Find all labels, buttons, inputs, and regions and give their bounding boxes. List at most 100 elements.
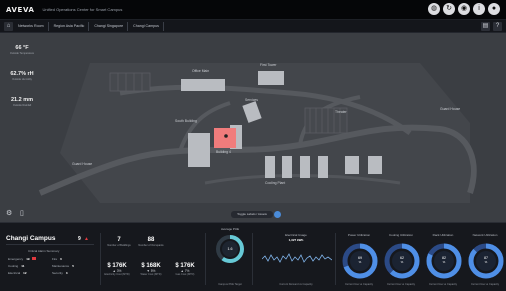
occupants-count: 88 Number of Occupants (136, 237, 166, 247)
breadcrumb-item[interactable]: Changi Singapore (91, 21, 129, 31)
breadcrumb-actions: ▤ ? (481, 22, 502, 31)
pue-value: 1.6 (227, 247, 233, 251)
severity-item[interactable]: Electrical 12 (8, 271, 27, 275)
map-label-south-building[interactable]: South Building (175, 119, 197, 123)
divider (100, 233, 101, 285)
severity-label: Electrical (8, 271, 21, 275)
ring-unit: % (358, 260, 362, 264)
ring-title: Rack Utilization (432, 233, 454, 237)
campus-map[interactable]: 66 °F Outside Temperature 62.7% rH Outsi… (0, 33, 506, 222)
refresh-icon[interactable]: ↻ (443, 3, 455, 15)
ring-footnote: Current Use vs Capacity (344, 283, 374, 286)
metric-label: Outside Rainfall (12, 104, 32, 107)
usage-sparkline[interactable] (262, 249, 332, 269)
ring-title: Cooling Utilization (388, 233, 413, 237)
divider (335, 233, 336, 285)
map-label-services[interactable]: Services (245, 98, 258, 102)
help-icon[interactable]: ? (493, 22, 502, 31)
outside-humidity: 62.7% rH Outside Humidity (9, 71, 35, 81)
ring-title: Power Utilization (347, 233, 371, 237)
severity-item[interactable]: Fire 0 (52, 257, 62, 261)
brand-logo[interactable]: AVEVA (6, 6, 35, 14)
electricity-cost: $ 176K ▲ 3% Electricity Cost (MTD) (102, 263, 132, 276)
kpi-label: Number of Buildings (107, 244, 131, 247)
severity-value: 3 (65, 271, 68, 275)
severity-value: 11 (21, 264, 25, 268)
kpi-label: Water Cost (MTD) (140, 273, 162, 276)
app-title: Unified Operations Center for Smart Camp… (42, 7, 123, 12)
alert-count[interactable]: 9 (78, 236, 81, 242)
home-icon[interactable]: ⌂ (4, 21, 13, 31)
map-label-highlighted-building[interactable]: Building 4 (216, 150, 231, 154)
top-icon-group: ◍ ↻ ◉ i ● (428, 3, 500, 15)
camera-icon[interactable]: ◉ (458, 3, 470, 15)
usage-value: 1,327 kWh (288, 238, 304, 242)
severity-item[interactable]: Cooling 11 (8, 264, 24, 268)
ring-unit: % (484, 260, 488, 264)
alarm-summary-title: Critical Alarm Summary (28, 249, 60, 253)
severity-value: 5 (72, 264, 74, 268)
breadcrumb: ⌂ Networks Room Region Asia Pacific Chan… (0, 20, 506, 33)
map-label-theater[interactable]: Theater (335, 110, 347, 114)
severity-item[interactable]: Security 3 (52, 271, 68, 275)
ring-title: Network Utilization (472, 233, 498, 237)
kpi-label: Number of Occupants (138, 244, 164, 247)
severity-label: Maintenance (52, 264, 70, 268)
divider (205, 233, 206, 285)
severity-label: Fire (52, 257, 58, 261)
severity-item[interactable]: Emergency 19 (8, 257, 36, 261)
map-label-office-main[interactable]: Office Main (192, 69, 209, 73)
breadcrumb-item[interactable]: Region Asia Pacific (51, 21, 90, 31)
map-label-guard-house-west[interactable]: Guard House (72, 162, 92, 166)
pue-title: Average PUE (220, 227, 240, 231)
severity-indicator (31, 257, 36, 260)
severity-label: Emergency (8, 257, 24, 261)
pue-footnote: Campus PUE Target (218, 283, 242, 286)
severity-label: Cooling (8, 264, 19, 268)
metric-value: 21.2 mm (10, 97, 33, 103)
ring-unit: % (400, 260, 404, 264)
water-cost: $ 168K ▼ 5% Water Cost (MTD) (136, 263, 166, 276)
top-bar: AVEVA Unified Operations Center for Smar… (0, 0, 506, 20)
kpi-value: 88 (147, 237, 155, 243)
map-label-guard-house-east[interactable]: Guard House (440, 107, 460, 111)
buildings-count: 7 Number of Buildings (104, 237, 134, 247)
metric-label: Outside Temperature (9, 52, 35, 55)
severity-value: 0 (60, 257, 62, 261)
settings-icon[interactable]: ⚙ (6, 209, 12, 217)
metric-value: 66 °F (15, 45, 29, 51)
kpi-label: Gas Cost (MTD) (175, 273, 195, 276)
map-label-cooling-plant[interactable]: Cooling Plant (265, 181, 285, 185)
map-label-first-tower[interactable]: First Tower (260, 63, 277, 67)
metric-value: 62.7% rH (10, 71, 34, 77)
kpi-label: Electricity Cost (MTD) (104, 273, 130, 276)
usage-footnote: Current Demand vs Capacity (279, 283, 313, 286)
divider (6, 244, 94, 245)
outside-rainfall: 21.2 mm Outside Rainfall (9, 97, 35, 107)
severity-value: 12 (23, 271, 27, 275)
campus-map-drawing (0, 33, 506, 222)
ring-unit: % (442, 260, 446, 264)
warning-icon: ▲ (84, 236, 89, 242)
gas-cost: $ 176K ▲ 7% Gas Cost (MTD) (170, 263, 200, 276)
toggle-knob[interactable] (274, 211, 281, 218)
info-icon[interactable]: i (473, 3, 485, 15)
ring-footnote: Current Use vs Capacity (470, 283, 500, 286)
layers-icon[interactable]: ▤ (481, 22, 490, 31)
breadcrumb-item[interactable]: Networks Room (15, 21, 49, 31)
globe-icon[interactable]: ◍ (428, 3, 440, 15)
ring-footnote: Current Use vs Capacity (386, 283, 416, 286)
summary-panel: Changi Campus 9 ▲ Critical Alarm Summary… (0, 222, 506, 291)
ring-footnote: Current Use vs Capacity (428, 283, 458, 286)
label-toggle[interactable]: Toggle Labels / Assets (231, 211, 273, 218)
kpi-value: 7 (117, 237, 121, 243)
outside-temperature: 66 °F Outside Temperature (9, 45, 35, 55)
user-icon[interactable]: ● (488, 3, 500, 15)
trash-icon[interactable]: ▯ (20, 209, 24, 217)
metric-label: Outside Humidity (12, 78, 32, 81)
campus-name[interactable]: Changi Campus (6, 235, 55, 242)
severity-item[interactable]: Maintenance 5 (52, 264, 74, 268)
breadcrumb-item[interactable]: Changi Campus (130, 21, 164, 31)
usage-title: Electrical Usage (285, 233, 307, 237)
divider (252, 233, 253, 285)
